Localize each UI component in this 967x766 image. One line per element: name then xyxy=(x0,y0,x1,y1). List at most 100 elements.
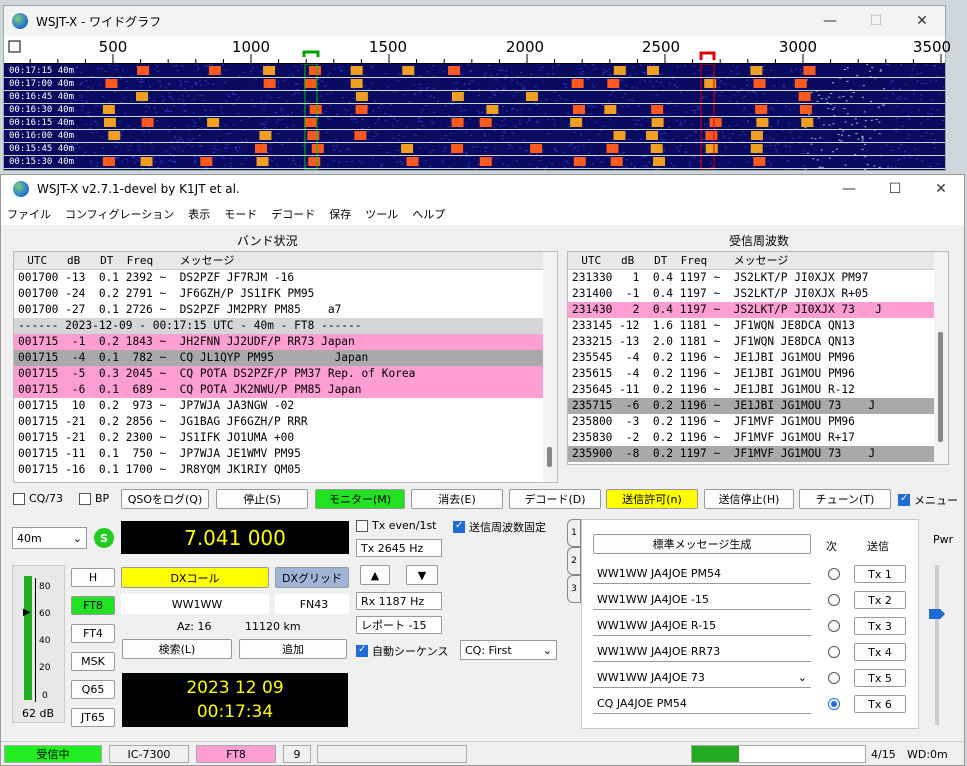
band-row[interactable]: 001715 -21 0.2 2856 ~ JG1BAG JF6GZH/P RR… xyxy=(14,414,557,430)
enable-tx-button[interactable]: 送信許可(n) xyxy=(606,489,698,509)
rx-row[interactable]: 235715 -6 0.2 1196 ~ JE1JBI JG1MOU 73 J xyxy=(568,398,948,414)
band-row[interactable]: 001715 -16 0.1 1700 ~ JR8YQM JK1RIY QM05 xyxy=(14,462,557,478)
lookup-button[interactable]: 検索(L) xyxy=(122,639,232,659)
tx-message-field-1[interactable]: WW1WW JA4JOE PM54 xyxy=(593,564,811,584)
hold-tx-freq-checkbox[interactable]: 送信周波数固定 xyxy=(453,519,546,535)
menu-mode[interactable]: モード xyxy=(224,206,257,222)
tx-next-radio-1[interactable] xyxy=(828,568,840,580)
rx-row[interactable]: 231400 -1 0.4 1197 ~ JS2LKT/P JI0XJX R+0… xyxy=(568,286,948,302)
log-qso-button[interactable]: QSOをログ(Q) xyxy=(121,489,209,509)
band-row[interactable]: 001700 -13 0.1 2392 ~ DS2PZF JF7RJM -16 xyxy=(14,270,557,286)
minimize-icon[interactable]: — xyxy=(826,181,872,197)
halt-tx-button[interactable]: 送信停止(H) xyxy=(704,489,794,509)
maximize-icon[interactable]: ☐ xyxy=(872,181,918,197)
mode-button-ft8[interactable]: FT8 xyxy=(71,596,115,615)
tx-next-radio-5[interactable] xyxy=(828,672,840,684)
tune-button[interactable]: チューン(T) xyxy=(799,489,891,509)
band-row[interactable]: 001715 -11 0.1 750 ~ JP7WJA JE1WMV PM95 xyxy=(14,446,557,462)
tx-button-2[interactable]: Tx 2 xyxy=(854,591,906,609)
menu-tools[interactable]: ツール xyxy=(365,206,398,222)
band-row[interactable]: 001700 -24 0.2 2791 ~ JF6GZH/P JS1IFK PM… xyxy=(14,286,557,302)
tx-message-field-4[interactable]: WW1WW JA4JOE RR73 xyxy=(593,642,811,662)
band-row[interactable]: 001715 -6 0.1 689 ~ CQ POTA JK2NWU/P PM8… xyxy=(14,382,557,398)
menu-view[interactable]: 表示 xyxy=(188,206,210,222)
auto-seq-checkbox[interactable]: 自動シーケンス xyxy=(356,643,448,659)
dx-grid-field[interactable]: FN43 xyxy=(275,594,349,614)
menu-decode[interactable]: デコード xyxy=(271,206,315,222)
rx-row[interactable]: 235830 -2 0.2 1196 ~ JF1MVF JG1MOU R+17 xyxy=(568,430,948,446)
tx-next-radio-3[interactable] xyxy=(828,620,840,632)
tx-next-radio-6[interactable] xyxy=(828,698,840,710)
tx-next-radio-4[interactable] xyxy=(828,646,840,658)
mode-button-msk[interactable]: MSK xyxy=(71,652,115,671)
mode-button-q65[interactable]: Q65 xyxy=(71,680,115,699)
band-row[interactable]: 001715 10 0.2 973 ~ JP7WJA JA3NGW -02 xyxy=(14,398,557,414)
gen-std-msgs-button[interactable]: 標準メッセージ生成 xyxy=(593,534,811,554)
rx-row[interactable]: 233145 -12 1.6 1181 ~ JF1WQN JE8DCA QN13 xyxy=(568,318,948,334)
tx-message-field-6[interactable]: CQ JA4JOE PM54 xyxy=(593,694,811,714)
mode-button-jt65[interactable]: JT65 xyxy=(71,708,115,727)
band-row[interactable]: 001715 -4 0.1 782 ~ CQ JL1QYP PM95 Japan xyxy=(14,350,557,366)
stop-button[interactable]: 停止(S) xyxy=(216,489,308,509)
menu-save[interactable]: 保存 xyxy=(329,206,351,222)
band-row[interactable]: ------ 2023-12-09 - 00:17:15 UTC - 40m -… xyxy=(14,318,557,334)
mode-button-h[interactable]: H xyxy=(71,568,115,587)
band-select[interactable]: 40m ⌄ xyxy=(12,527,87,549)
up-arrow-icon[interactable]: ▲ xyxy=(360,565,390,585)
tx-even-checkbox[interactable]: Tx even/1st xyxy=(356,519,437,532)
tx-button-5[interactable]: Tx 5 xyxy=(854,669,906,687)
close-icon[interactable]: ✕ xyxy=(899,13,945,29)
rx-row[interactable]: 235615 -4 0.2 1196 ~ JE1JBI JG1MOU PM96 xyxy=(568,366,948,382)
waterfall[interactable]: 00:17:15 40m 00:17:00 40m 00:16:45 40m 00:1… xyxy=(4,64,945,170)
band-row[interactable]: 001700 -27 0.1 2726 ~ DS2PZF JM2PRY PM85… xyxy=(14,302,557,318)
tab-2[interactable]: 2 xyxy=(567,547,581,575)
rx-frequency-scrollbar[interactable] xyxy=(934,252,948,464)
menu-file[interactable]: ファイル xyxy=(7,206,51,222)
band-activity-scrollbar[interactable] xyxy=(543,252,557,482)
cq73-checkbox[interactable]: CQ/73 xyxy=(13,492,63,505)
rx-row[interactable]: 233215 -13 2.0 1181 ~ JF1WQN JE8DCA QN13 xyxy=(568,334,948,350)
tx-button-1[interactable]: Tx 1 xyxy=(854,565,906,583)
power-slider-handle[interactable] xyxy=(929,609,945,619)
bp-checkbox[interactable]: BP xyxy=(79,492,109,505)
mode-button-ft4[interactable]: FT4 xyxy=(71,624,115,643)
menu-configuration[interactable]: コンフィグレーション xyxy=(65,206,174,222)
maximize-icon[interactable]: ☐ xyxy=(853,13,899,29)
band-row[interactable]: 001715 -1 0.2 1843 ~ JH2FNN JJ2UDF/P RR7… xyxy=(14,334,557,350)
s-meter-button[interactable]: S xyxy=(94,528,114,548)
tx-next-radio-2[interactable] xyxy=(828,594,840,606)
tx-button-3[interactable]: Tx 3 xyxy=(854,617,906,635)
rx-freq-spinbox[interactable]: Rx 1187 Hz xyxy=(356,592,442,610)
band-row[interactable]: 001715 -5 0.3 2045 ~ CQ POTA DS2PZF/P PM… xyxy=(14,366,557,382)
rx-row[interactable]: 235900 -8 0.2 1197 ~ JF1MVF JG1MOU 73 J xyxy=(568,446,948,462)
erase-button[interactable]: 消去(E) xyxy=(411,489,503,509)
tx-freq-spinbox[interactable]: Tx 2645 Hz xyxy=(356,539,442,557)
down-arrow-icon[interactable]: ▼ xyxy=(406,565,438,585)
rx-frequency-table[interactable]: UTC dB DT Freq メッセージ 231330 1 0.4 1197 ~… xyxy=(567,251,949,465)
tx-button-4[interactable]: Tx 4 xyxy=(854,643,906,661)
report-spinbox[interactable]: レポート -15 xyxy=(356,616,442,634)
cq-option-select[interactable]: CQ: First ⌄ xyxy=(460,640,557,660)
minimize-icon[interactable]: — xyxy=(807,13,853,29)
close-icon[interactable]: ✕ xyxy=(918,181,964,197)
rx-row[interactable]: 231430 2 0.4 1197 ~ JS2LKT/P JI0XJX 73 J xyxy=(568,302,948,318)
dx-call-field[interactable]: WW1WW xyxy=(121,594,269,614)
power-slider-track[interactable] xyxy=(935,565,939,725)
rx-row[interactable]: 235800 -3 0.2 1196 ~ JF1MVF JG1MOU PM96 xyxy=(568,414,948,430)
menu-help[interactable]: ヘルプ xyxy=(412,206,445,222)
menus-checkbox[interactable]: メニュー xyxy=(898,492,958,508)
monitor-button[interactable]: モニター(M) xyxy=(315,489,405,509)
band-activity-table[interactable]: UTC dB DT Freq メッセージ 001700 -13 0.1 2392… xyxy=(13,251,558,483)
band-row[interactable]: 001715 -21 0.2 2300 ~ JS1IFK JO1UMA +00 xyxy=(14,430,557,446)
rx-row[interactable]: 235645 -11 0.2 1196 ~ JE1JBI JG1MOU R-12 xyxy=(568,382,948,398)
tx-button-6[interactable]: Tx 6 xyxy=(854,695,906,713)
tab-1[interactable]: 1 xyxy=(567,519,581,547)
rx-row[interactable]: 231330 1 0.4 1197 ~ JS2LKT/P JI0XJX PM97 xyxy=(568,270,948,286)
tx-message-field-5[interactable]: WW1WW JA4JOE 73 ⌄ xyxy=(593,668,811,688)
rx-row[interactable]: 235545 -4 0.2 1196 ~ JE1JBI JG1MOU PM96 xyxy=(568,350,948,366)
decode-button[interactable]: デコード(D) xyxy=(509,489,601,509)
add-button[interactable]: 追加 xyxy=(239,639,347,659)
tab-3[interactable]: 3 xyxy=(567,575,581,603)
tx-message-field-3[interactable]: WW1WW JA4JOE R-15 xyxy=(593,616,811,636)
frequency-scale[interactable]: 500 1000 1500 2000 2500 3000 3500 xyxy=(4,36,951,64)
